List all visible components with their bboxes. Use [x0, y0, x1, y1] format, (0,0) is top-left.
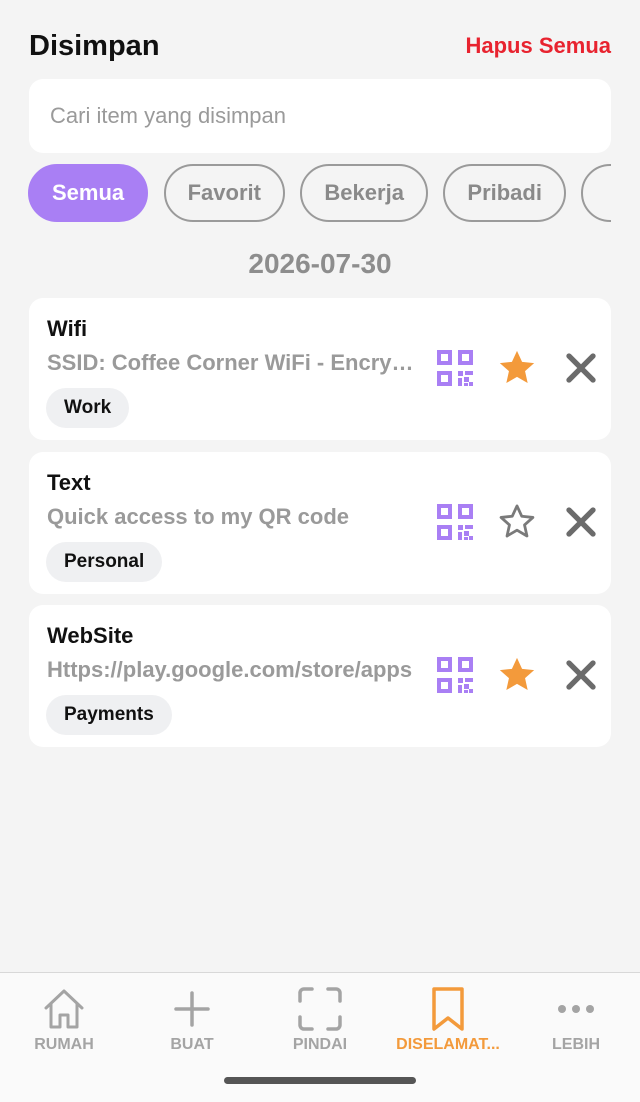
- saved-item-card[interactable]: WebSite Https://play.google.com/store/ap…: [29, 605, 611, 747]
- filter-chip-pribadi[interactable]: Pribadi: [443, 164, 566, 222]
- item-type: Wifi: [47, 316, 88, 341]
- tab-pindai[interactable]: PINDAI: [256, 973, 384, 1069]
- qr-code-icon[interactable]: [435, 655, 475, 695]
- item-tag: Payments: [46, 695, 172, 735]
- plus-icon: [174, 991, 210, 1027]
- tab-label: BUAT: [170, 1036, 214, 1053]
- saved-screen: Disimpan Hapus Semua Semua Favorit Beker…: [0, 0, 640, 1102]
- filter-chip-favorit[interactable]: Favorit: [163, 164, 285, 222]
- qr-code-icon[interactable]: [435, 502, 475, 542]
- delete-icon[interactable]: [565, 506, 597, 538]
- date-header: 2026-07-30: [248, 248, 392, 279]
- item-tag: Personal: [46, 542, 163, 582]
- filter-chip-semua[interactable]: Semua: [28, 164, 149, 222]
- bookmark-icon: [432, 987, 464, 1031]
- item-content: Quick access to my QR code: [47, 504, 350, 529]
- item-content: Https://play.google.com/store/apps: [47, 657, 413, 682]
- search-input[interactable]: [29, 79, 611, 153]
- clear-all-button[interactable]: Hapus Semua: [466, 33, 612, 59]
- saved-item-card[interactable]: Text Quick access to my QR code Personal: [29, 452, 611, 594]
- tab-buat[interactable]: BUAT: [128, 973, 256, 1069]
- item-tag: Work: [46, 388, 130, 428]
- scan-icon: [298, 987, 342, 1031]
- item-type: WebSite: [47, 623, 134, 648]
- tab-rumah[interactable]: RUMAH: [0, 973, 128, 1069]
- delete-icon[interactable]: [565, 659, 597, 691]
- item-type: Text: [47, 470, 91, 495]
- home-indicator[interactable]: [224, 1077, 416, 1084]
- star-outline-icon[interactable]: [496, 501, 538, 543]
- tab-lebih[interactable]: LEBIH: [512, 973, 640, 1069]
- tab-label: RUMAH: [34, 1036, 94, 1053]
- more-icon: [558, 1005, 594, 1013]
- saved-item-card[interactable]: Wifi SSID: Coffee Corner WiFi - Encrypti…: [29, 298, 611, 440]
- tab-diselamatkan[interactable]: DISELAMAT...: [384, 973, 512, 1069]
- qr-code-icon[interactable]: [435, 348, 475, 388]
- star-icon[interactable]: [496, 654, 538, 696]
- header: Disimpan Hapus Semua: [29, 26, 611, 66]
- filter-chips: Semua Favorit Bekerja Pribadi: [28, 164, 611, 224]
- page-title: Disimpan: [29, 29, 160, 62]
- home-icon: [44, 989, 84, 1029]
- tab-label: LEBIH: [552, 1036, 600, 1053]
- filter-chip-more[interactable]: [581, 164, 611, 222]
- delete-icon[interactable]: [565, 352, 597, 384]
- tab-label: DISELAMAT...: [396, 1036, 500, 1053]
- tab-label: PINDAI: [292, 1036, 348, 1053]
- star-icon[interactable]: [496, 347, 538, 389]
- item-content: SSID: Coffee Corner WiFi - Encryption: W…: [47, 350, 419, 375]
- filter-chip-bekerja[interactable]: Bekerja: [300, 164, 428, 222]
